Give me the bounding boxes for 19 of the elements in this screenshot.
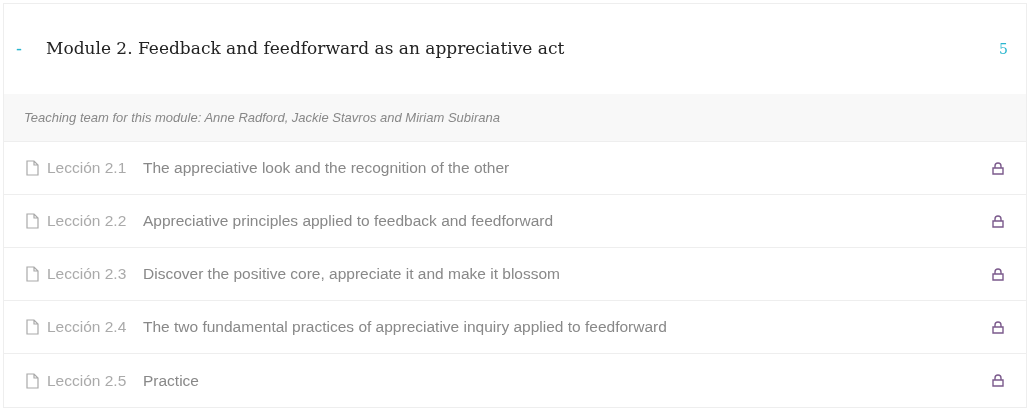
lesson-label: Lección 2.5 [47, 370, 128, 391]
lesson-count: 5 [999, 39, 1008, 59]
lesson-label: Lección 2.4 [47, 317, 128, 338]
document-icon [26, 372, 39, 389]
lesson-label: Lección 2.3 [47, 264, 128, 285]
lesson-title[interactable]: Discover the positive core, appreciate it and make it blossom [143, 262, 992, 286]
lesson-title[interactable]: Practice [143, 368, 992, 393]
lesson-label: Lección 2.2 [47, 211, 128, 232]
lesson-title[interactable]: The appreciative look and the recognition of the other [143, 156, 992, 180]
lesson-label: Lección 2.1 [47, 158, 128, 179]
teaching-team-note: Teaching team for this module: Anne Radford, Jackie Stavros and Miriam Subirana [24, 108, 500, 127]
lesson-title[interactable]: The two fundamental practices of appreciative inquiry applied to feedforward [143, 315, 992, 339]
document-icon [26, 319, 39, 335]
lesson-title[interactable]: Appreciative principles applied to feedback and feedforward [143, 209, 992, 233]
collapse-toggle[interactable]: - [16, 35, 46, 63]
module-title[interactable]: Module 2. Feedback and feedforward as an appreciative act [46, 36, 1000, 62]
document-icon [26, 160, 39, 176]
document-icon [26, 266, 39, 282]
document-icon [26, 213, 39, 229]
